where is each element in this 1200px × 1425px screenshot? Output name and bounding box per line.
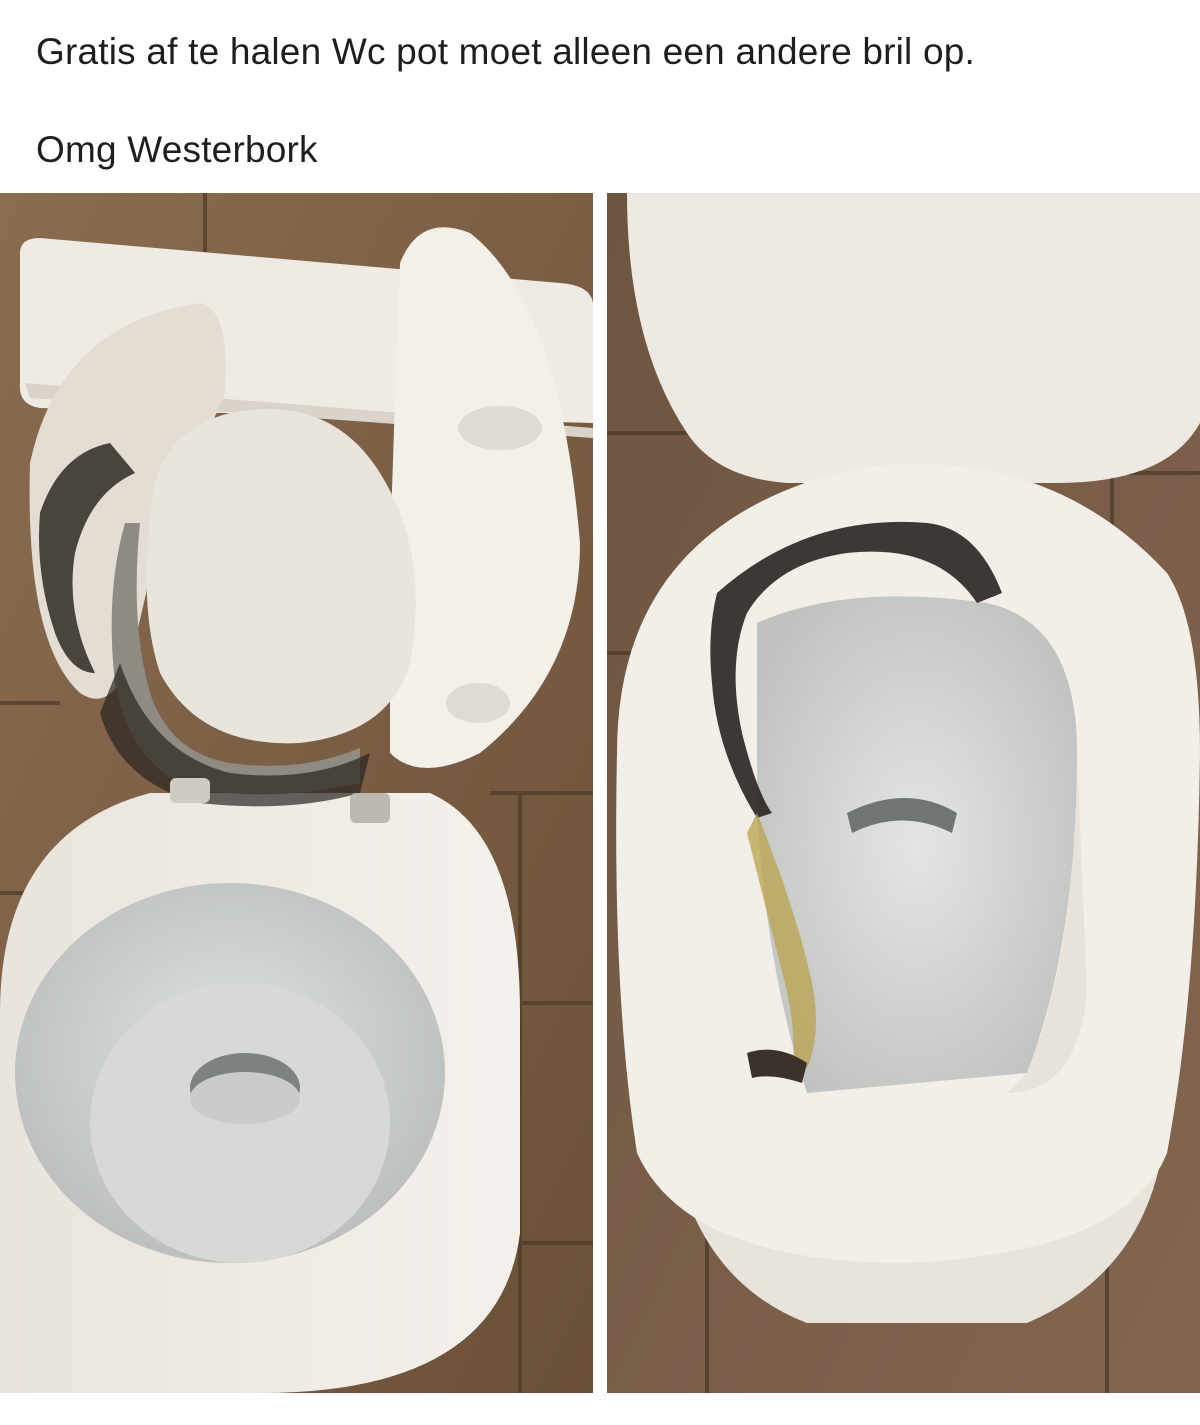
burned-toilet-lid-up-image <box>0 193 593 1393</box>
photo-grid <box>0 193 1200 1393</box>
photo-left[interactable] <box>0 193 593 1393</box>
post-caption-line: Omg Westerbork <box>36 129 318 170</box>
post-caption-line: Gratis af te halen Wc pot moet alleen ee… <box>36 31 975 72</box>
burned-toilet-seat-down-image <box>607 193 1200 1393</box>
photo-right[interactable] <box>607 193 1200 1393</box>
